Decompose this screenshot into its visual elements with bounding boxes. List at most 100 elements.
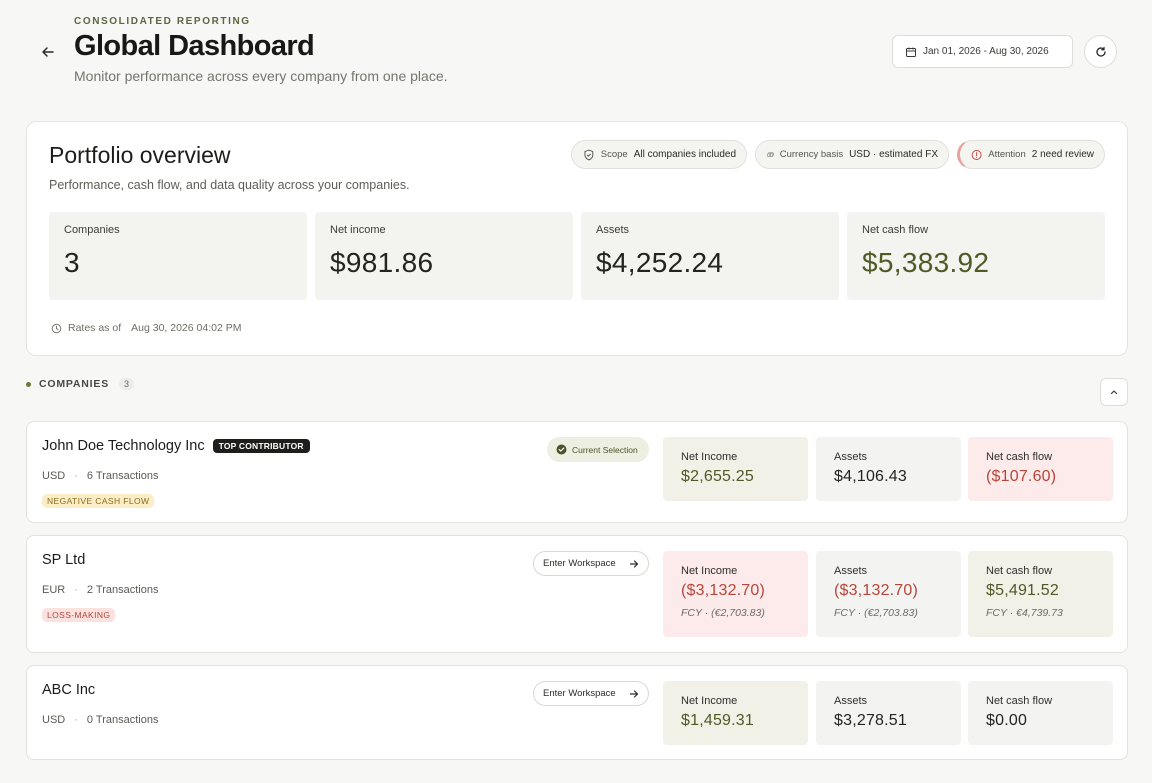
alert-circle-icon — [971, 149, 982, 160]
stat-label: Companies — [64, 224, 120, 236]
attention-label: Attention — [988, 149, 1026, 160]
currency-value: USD · estimated FX — [849, 149, 938, 160]
enter-workspace-label: Enter Workspace — [543, 558, 616, 569]
calendar-icon — [906, 47, 916, 57]
portfolio-subtitle: Performance, cash flow, and data quality… — [49, 178, 410, 192]
arrow-left-icon — [42, 47, 54, 57]
metric-value: $0.00 — [986, 712, 1028, 729]
stat-companies: Companies 3 — [49, 212, 307, 300]
enter-workspace-button[interactable]: Enter Workspace — [533, 681, 649, 706]
stat-net-cash-flow: Net cash flow $5,383.92 — [847, 212, 1105, 300]
stat-value: $981.86 — [330, 247, 434, 278]
stat-net-income: Net income $981.86 — [315, 212, 573, 300]
company-name: John Doe Technology Inc — [42, 438, 205, 454]
page-title: Global Dashboard — [74, 30, 315, 62]
meta-separator: · — [74, 470, 78, 482]
companies-section-label: COMPANIES — [39, 378, 110, 390]
company-name: ABC Inc — [42, 682, 96, 698]
rates-label: Rates as of — [68, 322, 122, 334]
current-selection-label: Current Selection — [572, 444, 638, 455]
metric-label: Assets — [834, 451, 868, 463]
stat-label: Assets — [596, 224, 630, 236]
page-eyebrow: CONSOLIDATED REPORTING — [74, 16, 251, 27]
company-currency: EUR — [42, 584, 66, 596]
company-card-john-doe-technology: John Doe Technology Inc TOP CONTRIBUTOR … — [26, 421, 1128, 523]
arrow-right-icon — [629, 689, 639, 698]
stat-value: $5,383.92 — [862, 247, 990, 278]
loss-making-tag: LOSS-MAKING — [42, 608, 116, 622]
metric-net-income: Net Income ($3,132.70) FCY · (€2,703.83) — [663, 551, 808, 637]
metric-label: Assets — [834, 565, 868, 577]
company-meta: EUR · 2 Transactions — [42, 584, 158, 596]
rates-time: Aug 30, 2026 04:02 PM — [131, 322, 242, 334]
company-transactions: 2 Transactions — [86, 584, 159, 596]
arrow-right-icon — [629, 559, 639, 568]
date-range-picker[interactable]: Jan 01, 2026 - Aug 30, 2026 — [892, 35, 1073, 68]
scope-pill[interactable]: Scope All companies included — [571, 140, 747, 169]
metric-net-cash-flow: Net cash flow $5,491.52 FCY · €4,739.73 — [968, 551, 1113, 637]
companies-count-badge: 3 — [119, 378, 135, 390]
stat-label: Net income — [330, 224, 386, 236]
check-circle-icon — [556, 444, 567, 455]
refresh-icon — [1095, 46, 1106, 57]
metric-value: ($3,132.70) — [834, 582, 919, 599]
metric-label: Net cash flow — [986, 451, 1053, 463]
metric-assets: Assets $3,278.51 — [816, 681, 961, 745]
metric-net-cash-flow: Net cash flow ($107.60) — [968, 437, 1113, 501]
metric-fcy: FCY · €4,739.73 — [986, 607, 1063, 619]
scope-label: Scope — [600, 149, 628, 160]
portfolio-title: Portfolio overview — [49, 142, 231, 168]
back-button[interactable] — [38, 42, 58, 62]
company-card-abc-inc: ABC Inc USD · 0 Transactions Enter Works… — [26, 665, 1128, 760]
metric-value: $4,106.43 — [834, 468, 907, 485]
collapse-companies-button[interactable] — [1100, 378, 1128, 406]
stat-assets: Assets $4,252.24 — [581, 212, 839, 300]
refresh-button[interactable] — [1084, 35, 1117, 68]
companies-section-header: COMPANIES 3 — [26, 378, 135, 390]
page-subtitle: Monitor performance across every company… — [74, 68, 448, 84]
company-transactions: 0 Transactions — [86, 714, 159, 726]
portfolio-overview-card: Portfolio overview Performance, cash flo… — [26, 121, 1128, 356]
clock-icon — [51, 323, 62, 333]
attention-pill[interactable]: Attention 2 need review — [957, 140, 1105, 169]
metric-label: Net Income — [681, 695, 738, 707]
enter-workspace-button[interactable]: Enter Workspace — [533, 551, 649, 576]
metric-value: $3,278.51 — [834, 712, 907, 729]
company-name-row: ABC Inc — [42, 682, 95, 698]
metric-net-income: Net Income $2,655.25 — [663, 437, 808, 501]
metric-fcy: FCY · (€2,703.83) — [681, 607, 765, 619]
stat-value: $4,252.24 — [596, 247, 724, 278]
section-dot-icon — [26, 381, 31, 387]
metric-fcy: FCY · (€2,703.83) — [834, 607, 918, 619]
stat-label: Net cash flow — [862, 224, 929, 236]
metric-value: $2,655.25 — [681, 468, 754, 485]
metric-label: Net Income — [681, 451, 738, 463]
company-transactions: 6 Transactions — [86, 470, 159, 482]
metric-net-income: Net Income $1,459.31 — [663, 681, 808, 745]
company-name-row: SP Ltd — [42, 552, 85, 568]
shield-icon — [584, 149, 594, 160]
company-currency: USD — [42, 714, 66, 726]
company-name: SP Ltd — [42, 552, 86, 568]
meta-separator: · — [74, 584, 78, 596]
stat-value: 3 — [64, 247, 80, 278]
currency-pill[interactable]: Currency basis USD · estimated FX — [755, 140, 949, 169]
banknote-icon — [767, 152, 774, 157]
metric-value: ($107.60) — [986, 468, 1057, 485]
metric-value: $5,491.52 — [986, 582, 1059, 599]
company-card-sp-ltd: SP Ltd EUR · 2 Transactions LOSS-MAKING … — [26, 535, 1128, 653]
metric-net-cash-flow: Net cash flow $0.00 — [968, 681, 1113, 745]
metric-label: Net cash flow — [986, 565, 1053, 577]
scope-value: All companies included — [633, 149, 736, 160]
date-range-label: Jan 01, 2026 - Aug 30, 2026 — [923, 46, 1049, 57]
company-meta: USD · 0 Transactions — [42, 714, 158, 726]
metric-label: Assets — [834, 695, 868, 707]
metric-label: Net Income — [681, 565, 738, 577]
metric-assets: Assets ($3,132.70) FCY · (€2,703.83) — [816, 551, 961, 637]
negative-cash-flow-tag: NEGATIVE CASH FLOW — [42, 494, 155, 508]
company-currency: USD — [42, 470, 66, 482]
currency-label: Currency basis — [779, 149, 844, 160]
meta-separator: · — [74, 714, 78, 726]
enter-workspace-label: Enter Workspace — [543, 688, 616, 699]
company-meta: USD · 6 Transactions — [42, 470, 158, 482]
